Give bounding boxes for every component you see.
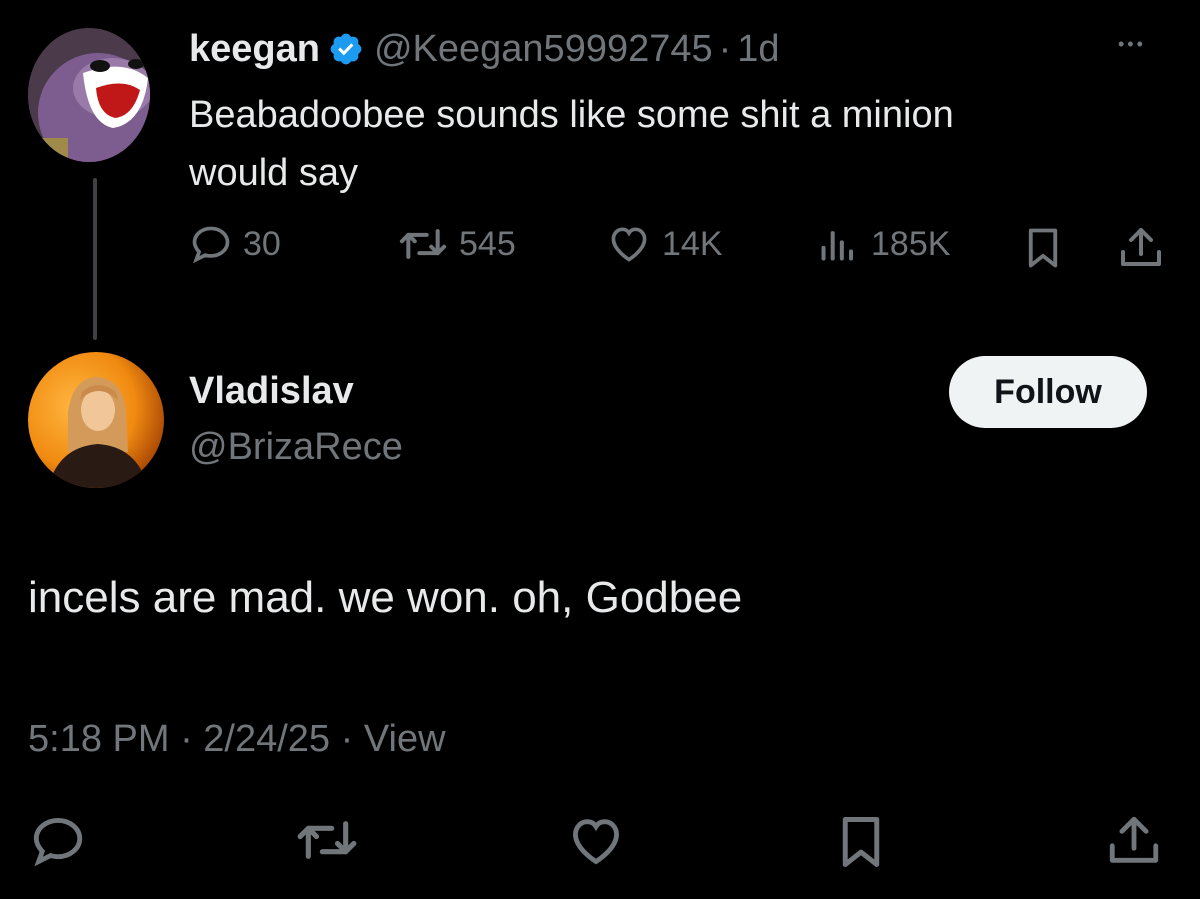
tweet-text: Beabadoobee sounds like some shit a mini… — [189, 86, 954, 202]
bookmark-button[interactable] — [1022, 225, 1064, 276]
verified-badge-icon — [328, 31, 364, 67]
bookmark-icon — [842, 817, 880, 867]
heart-icon — [573, 819, 619, 865]
repost-icon — [297, 821, 357, 859]
handle[interactable]: @Keegan59992745 — [374, 28, 713, 71]
thanos-cartoon-face-icon — [28, 28, 150, 162]
reply-tweet-text: incels are mad. we won. oh, Godbee — [28, 573, 743, 622]
avatar-keegan[interactable] — [28, 28, 150, 162]
follow-button[interactable]: Follow — [949, 356, 1147, 428]
share-icon — [1121, 228, 1161, 266]
thread-connector-line — [93, 178, 97, 340]
reply-handle[interactable]: @BrizaRece — [189, 426, 403, 469]
heart-icon — [611, 227, 647, 262]
tweet-text-line: Beabadoobee sounds like some shit a mini… — [189, 94, 954, 136]
reply-stat[interactable]: 30 — [189, 222, 281, 266]
display-name[interactable]: keegan — [189, 28, 320, 71]
avatar-vladislav[interactable] — [28, 352, 164, 488]
more-options-icon[interactable]: ••• — [1118, 34, 1146, 55]
reply-display-name[interactable]: Vladislav — [189, 370, 354, 413]
repost-button[interactable] — [294, 812, 360, 873]
reply-count: 30 — [243, 224, 281, 263]
repost-count: 545 — [459, 224, 516, 263]
reply-icon — [192, 226, 230, 264]
views-chart-icon — [821, 231, 854, 261]
tweet-text-line: would say — [189, 152, 358, 194]
reply-button[interactable] — [28, 812, 88, 875]
profile-photo-icon — [28, 352, 164, 488]
reply-icon — [33, 818, 83, 867]
bookmark-button[interactable] — [834, 812, 888, 877]
views-stat[interactable]: 185K — [815, 222, 950, 266]
share-icon — [1109, 816, 1159, 863]
like-button[interactable] — [566, 812, 626, 875]
time-separator: · — [718, 27, 732, 70]
repost-stat[interactable]: 545 — [397, 222, 516, 266]
share-button[interactable] — [1117, 224, 1165, 277]
repost-icon — [399, 229, 447, 259]
tweet-time[interactable]: 1d — [737, 28, 779, 71]
bookmark-icon — [1028, 228, 1058, 268]
like-count: 14K — [662, 224, 723, 263]
views-count: 185K — [871, 224, 951, 263]
share-button[interactable] — [1104, 812, 1164, 875]
tweet-timestamp[interactable]: 5:18 PM · 2/24/25 · View — [28, 718, 446, 761]
like-stat[interactable]: 14K — [606, 222, 723, 266]
tweet-header: keegan @Keegan59992745 · 1d — [189, 24, 780, 74]
